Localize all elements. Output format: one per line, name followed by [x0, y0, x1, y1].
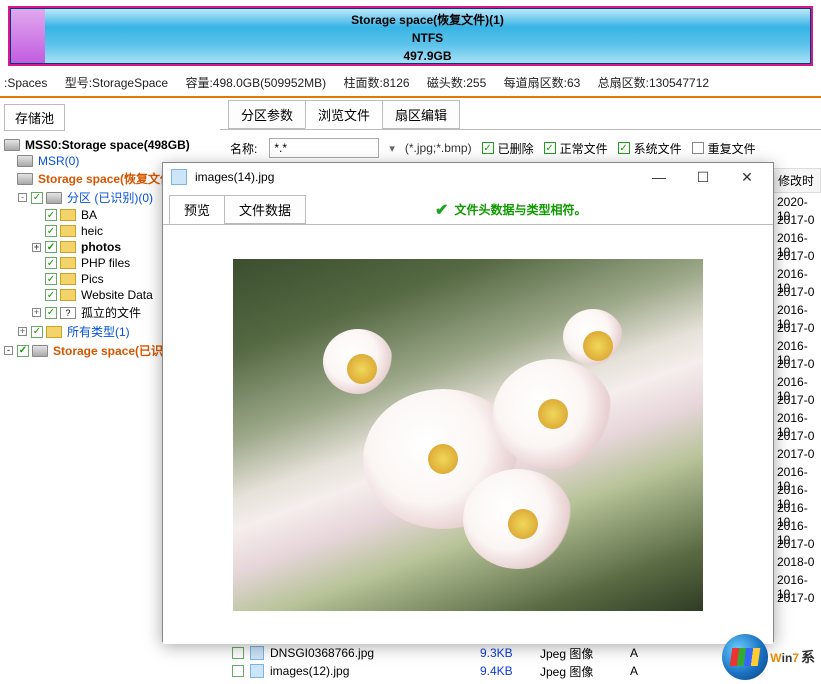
preview-image — [233, 259, 703, 611]
tab-partition-params[interactable]: 分区参数 — [228, 100, 306, 129]
date-cell: 2017-0 — [773, 247, 821, 265]
maximize-button[interactable]: ☐ — [681, 163, 725, 191]
chk-normal[interactable]: ✓正常文件 — [544, 140, 608, 157]
file-checkbox[interactable] — [232, 665, 244, 677]
folder-icon — [46, 326, 62, 338]
tab-browse-files[interactable]: 浏览文件 — [305, 100, 383, 129]
dialog-titlebar[interactable]: images(14).jpg — ☐ ✕ — [163, 163, 773, 191]
date-column: 修改时 2020-102017-02016-102017-02016-10201… — [773, 168, 821, 607]
folder-icon — [60, 225, 76, 237]
date-cell: 2017-0 — [773, 283, 821, 301]
filter-row: 名称: ▾ (*.jpg;*.bmp) ✓已删除 ✓正常文件 ✓系统文件 ✓重复… — [220, 129, 821, 166]
date-cell: 2016-10 — [773, 373, 821, 391]
main-tabs: 分区参数 浏览文件 扇区编辑 — [220, 100, 821, 129]
tree-root-device[interactable]: MSS0:Storage space(498GB) — [2, 137, 214, 153]
chk-deleted[interactable]: ✓已删除 — [482, 140, 534, 157]
date-cell: 2016-10 — [773, 337, 821, 355]
partition-title: Storage space(恢复文件)(1) — [45, 11, 810, 29]
date-cell: 2017-0 — [773, 427, 821, 445]
check-icon: ✔ — [435, 200, 448, 220]
windows-orb-icon — [722, 634, 768, 680]
date-cell: 2016-10 — [773, 229, 821, 247]
date-cell: 2017-0 — [773, 319, 821, 337]
file-attr: A — [630, 646, 652, 660]
partition-size: 497.9GB — [45, 47, 810, 65]
name-filter-input[interactable] — [269, 138, 379, 158]
file-checkbox[interactable] — [232, 647, 244, 659]
date-cell: 2018-0 — [773, 553, 821, 571]
status-line: :Spaces 型号:StorageSpace 容量:498.0GB(50995… — [0, 74, 821, 96]
folder-icon — [60, 209, 76, 221]
folder-icon — [60, 273, 76, 285]
partition-icon — [17, 173, 33, 185]
file-size: 9.3KB — [480, 646, 540, 660]
preview-body — [163, 224, 773, 644]
date-cell: 2016-10 — [773, 517, 821, 535]
jpg-icon — [250, 646, 264, 660]
date-header[interactable]: 修改时 — [773, 168, 821, 193]
date-cell: 2020-10 — [773, 193, 821, 211]
date-cell: 2016-10 — [773, 463, 821, 481]
date-cell: 2017-0 — [773, 589, 821, 607]
partition-icon — [46, 192, 62, 204]
file-type: Jpeg 图像 — [540, 645, 630, 662]
dlg-tab-preview[interactable]: 预览 — [169, 195, 225, 224]
question-icon: ? — [60, 307, 76, 319]
date-cell: 2017-0 — [773, 445, 821, 463]
partition-info: Storage space(恢复文件)(1) NTFS 497.9GB — [45, 9, 810, 63]
watermark: Win7系 — [722, 634, 815, 680]
chk-system[interactable]: ✓系统文件 — [618, 140, 682, 157]
dlg-tab-filedata[interactable]: 文件数据 — [224, 195, 306, 224]
folder-icon — [60, 241, 76, 253]
file-name: images(12).jpg — [270, 664, 480, 678]
partition-fs: NTFS — [45, 29, 810, 47]
tab-sector-edit[interactable]: 扇区编辑 — [382, 100, 460, 129]
match-status: ✔文件头数据与类型相符。 — [305, 195, 773, 224]
minimize-button[interactable]: — — [637, 163, 681, 191]
date-cell: 2017-0 — [773, 211, 821, 229]
folder-icon — [60, 257, 76, 269]
jpg-icon — [171, 169, 187, 185]
file-name: DNSGI0368766.jpg — [270, 646, 480, 660]
preview-dialog: images(14).jpg — ☐ ✕ 预览 文件数据 ✔文件头数据与类型相符… — [162, 162, 774, 642]
partition-icon — [17, 155, 33, 167]
date-cell: 2017-0 — [773, 391, 821, 409]
close-button[interactable]: ✕ — [725, 163, 769, 191]
date-cell: 2017-0 — [773, 535, 821, 553]
filter-extensions: (*.jpg;*.bmp) — [405, 141, 472, 155]
date-cell: 2016-10 — [773, 301, 821, 319]
file-type: Jpeg 图像 — [540, 663, 630, 680]
date-cell: 2016-10 — [773, 409, 821, 427]
file-attr: A — [630, 664, 652, 678]
date-cell: 2016-10 — [773, 481, 821, 499]
folder-icon — [60, 289, 76, 301]
date-cell: 2016-10 — [773, 571, 821, 589]
storage-tab[interactable]: 存储池 — [4, 104, 65, 131]
date-cell: 2017-0 — [773, 355, 821, 373]
jpg-icon — [250, 664, 264, 678]
disk-icon — [4, 139, 20, 151]
file-size: 9.4KB — [480, 664, 540, 678]
partition-msr-segment[interactable] — [11, 9, 45, 63]
partition-box[interactable]: Storage space(恢复文件)(1) NTFS 497.9GB — [8, 6, 813, 66]
date-cell: 2016-10 — [773, 499, 821, 517]
name-label: 名称: — [230, 140, 257, 157]
dialog-title-text: images(14).jpg — [195, 170, 274, 184]
partition-icon — [32, 345, 48, 357]
chk-recover[interactable]: ✓重复文件 — [692, 140, 756, 157]
dropdown-icon[interactable]: ▾ — [389, 142, 395, 155]
date-cell: 2016-10 — [773, 265, 821, 283]
partition-strip: Storage space(恢复文件)(1) NTFS 497.9GB — [0, 0, 821, 70]
